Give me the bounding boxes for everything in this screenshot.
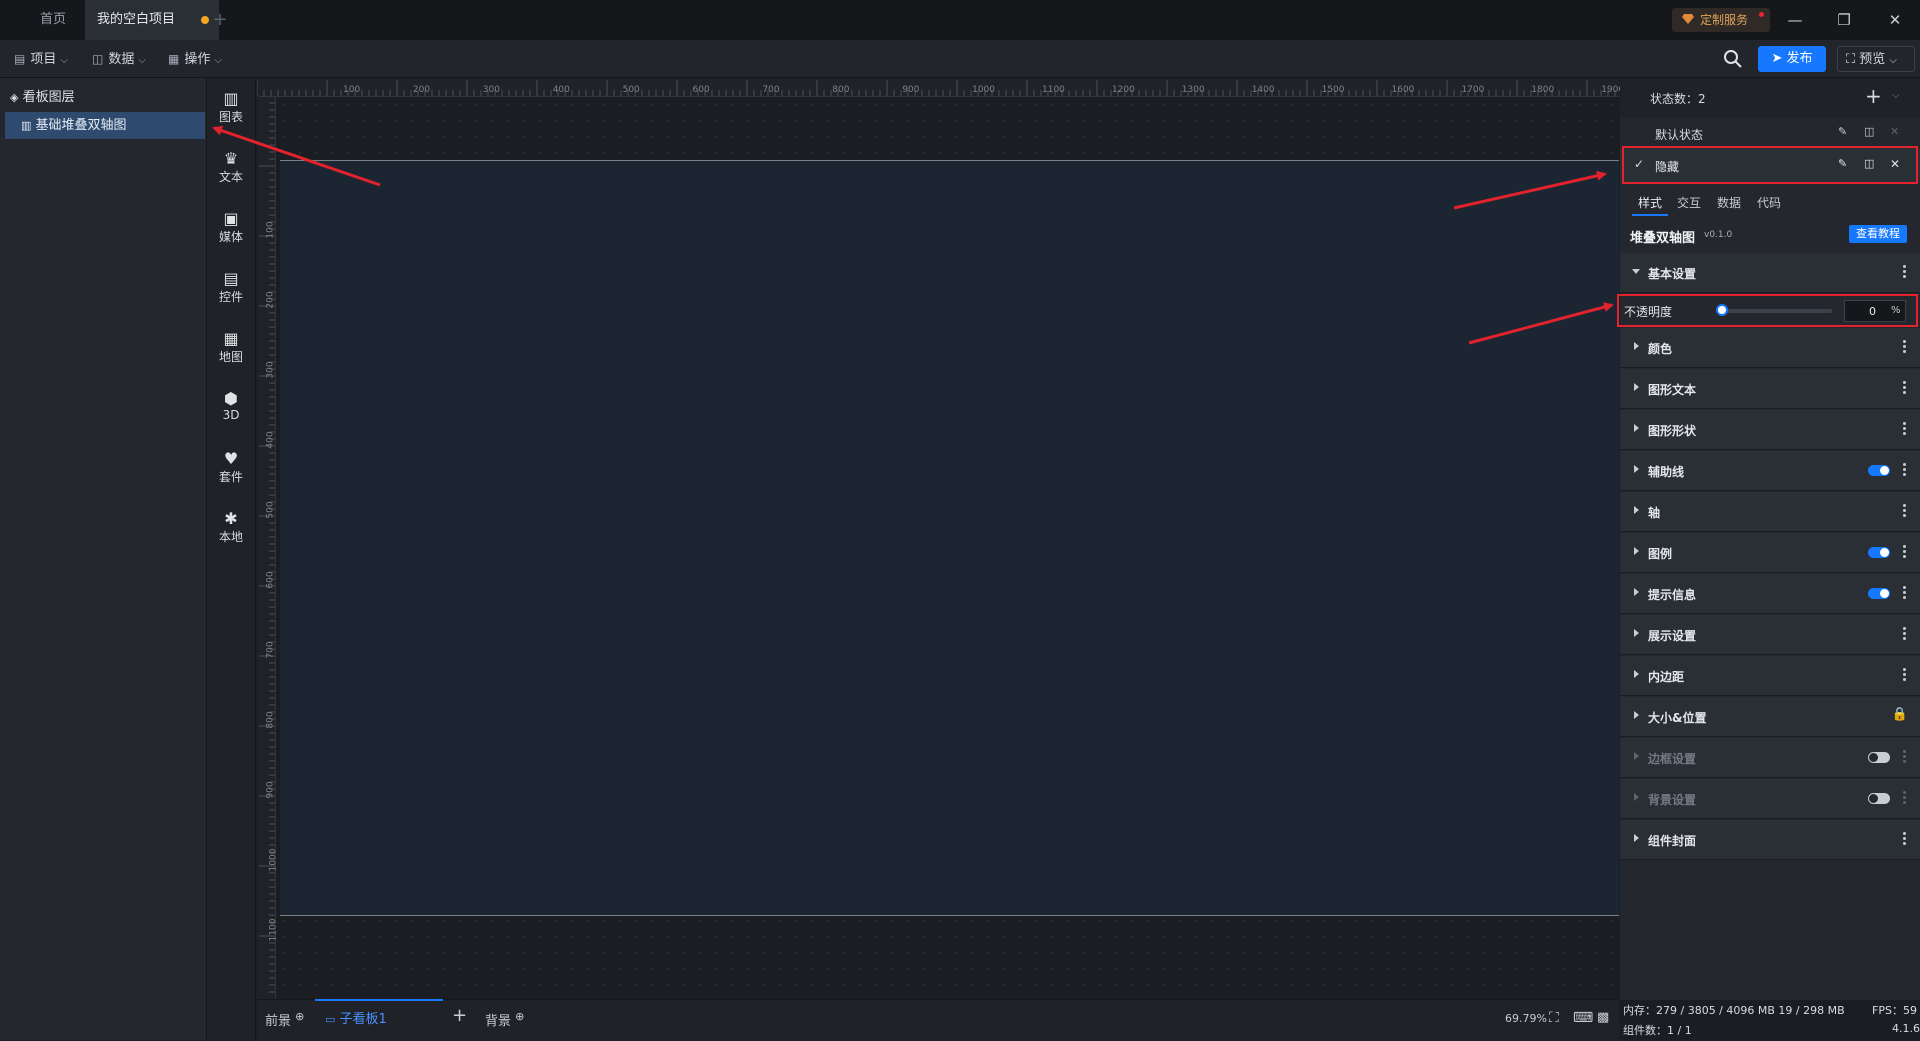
- component-count: 组件数：1 / 1: [1623, 1024, 1692, 1037]
- annotation-arrows: [212, 125, 1614, 345]
- app-version: 4.1.6: [1892, 1022, 1920, 1035]
- arrow-to-state: [1453, 170, 1607, 210]
- fps-status: FPS：59: [1872, 1004, 1917, 1017]
- memory-status: 内存：279 / 3805 / 4096 MB 19 / 298 MB: [1623, 1004, 1845, 1017]
- status-bar: 内存：279 / 3805 / 4096 MB 19 / 298 MB FPS：…: [1620, 1000, 1920, 1040]
- arrow-to-layer: [212, 125, 381, 187]
- arrow-to-opacity: [1468, 302, 1614, 345]
